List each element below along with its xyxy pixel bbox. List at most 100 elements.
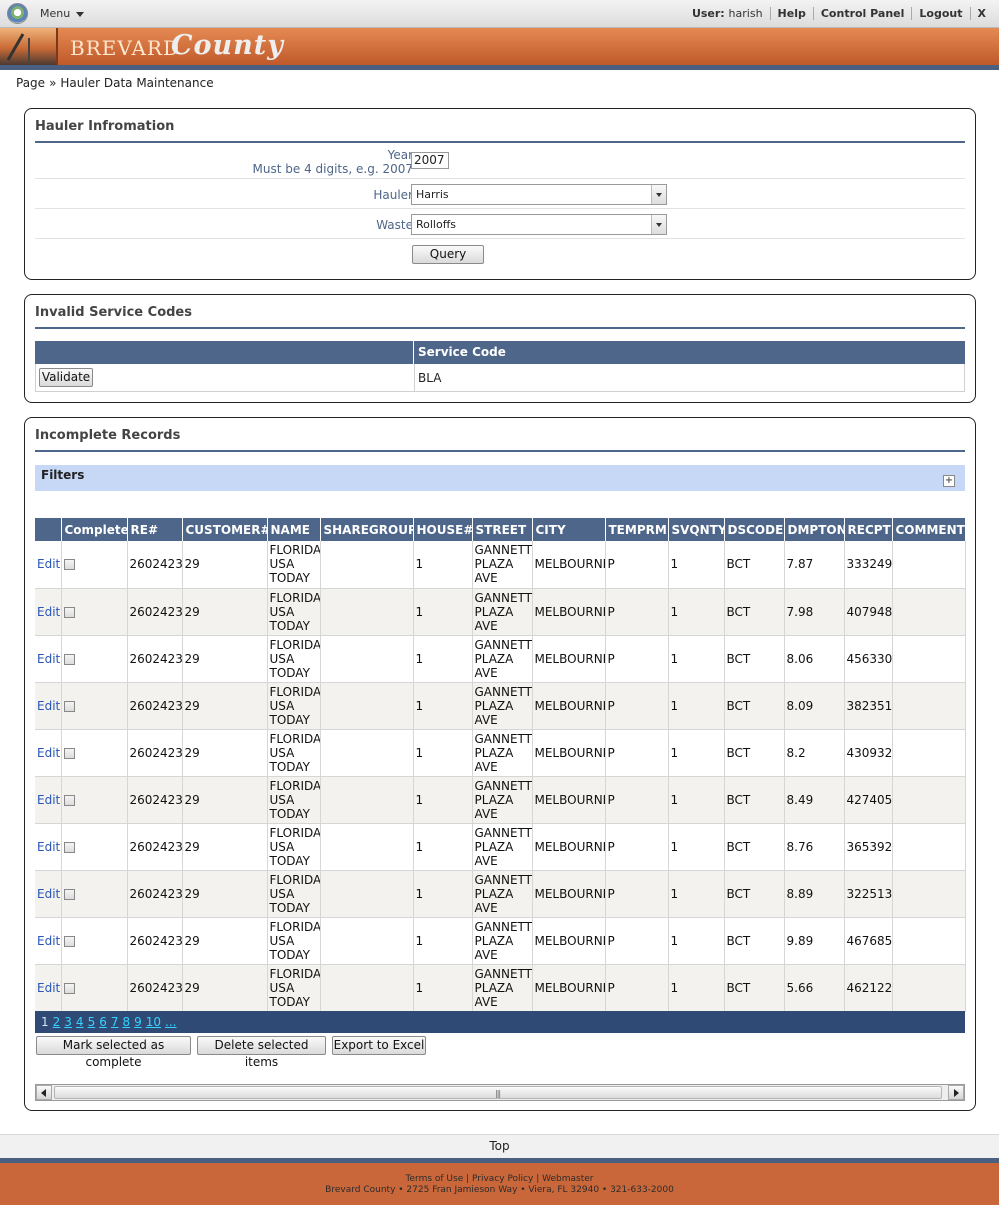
filters-bar[interactable]: Filters +	[35, 465, 965, 491]
close-icon[interactable]: X	[969, 7, 993, 20]
horizontal-scrollbar[interactable]: |||	[35, 1084, 965, 1101]
edit-link[interactable]: Edit	[35, 541, 62, 589]
column-header: SHAREGROUP	[320, 518, 414, 541]
cell-recpt: 462122	[844, 964, 893, 1012]
webmaster-link[interactable]: Webmaster	[542, 1174, 593, 1184]
breadcrumb-root[interactable]: Page	[16, 76, 45, 90]
column-header: HOUSE#	[413, 518, 473, 541]
cell-dmpton: 5.66	[784, 964, 845, 1012]
validate-button[interactable]: Validate	[39, 368, 93, 387]
edit-link[interactable]: Edit	[35, 635, 62, 683]
page-link[interactable]: 1	[41, 1015, 49, 1029]
scroll-left-icon[interactable]	[36, 1085, 52, 1100]
complete-checkbox[interactable]	[63, 606, 75, 618]
edit-link[interactable]: Edit	[35, 729, 62, 777]
edit-link[interactable]: Edit	[35, 588, 62, 636]
cell-sharegroup	[320, 682, 414, 730]
cell-street: GANNETT PLAZA AVE	[472, 635, 533, 683]
cell-customer: 29	[182, 588, 268, 636]
query-button[interactable]: Query	[412, 245, 484, 264]
mark-complete-button[interactable]: Mark selected as complete	[36, 1036, 191, 1069]
year-input[interactable]: 2007	[411, 152, 449, 169]
cell-name: FLORIDA USA TODAY	[267, 682, 321, 730]
plus-icon[interactable]: +	[943, 475, 955, 487]
complete-checkbox[interactable]	[63, 888, 75, 900]
scroll-right-icon[interactable]	[948, 1085, 964, 1100]
cell-temprm: P	[605, 541, 669, 589]
edit-link[interactable]: Edit	[35, 917, 62, 965]
cell-dmpton: 8.49	[784, 776, 845, 824]
complete-checkbox[interactable]	[63, 935, 75, 947]
footer-links: Terms of Use | Privacy Policy | Webmaste…	[405, 1174, 594, 1184]
complete-checkbox[interactable]	[63, 653, 75, 665]
scroll-thumb[interactable]: |||	[54, 1086, 942, 1099]
hauler-select[interactable]: Harris	[411, 184, 667, 205]
filters-label: Filters	[41, 468, 85, 482]
chevron-down-icon[interactable]	[651, 215, 666, 234]
chevron-down-icon[interactable]	[651, 185, 666, 204]
incomplete-records-panel: Incomplete Records Filters + Complete RE#…	[24, 417, 976, 1111]
cell-re: 2602423	[127, 870, 183, 918]
cell-svqnty: 1	[668, 917, 725, 965]
cell-city: MELBOURNE	[532, 823, 606, 871]
complete-checkbox[interactable]	[63, 747, 75, 759]
cell-dmpton: 8.09	[784, 682, 845, 730]
cell-street: GANNETT PLAZA AVE	[472, 541, 533, 589]
complete-cell	[61, 682, 128, 730]
cell-sharegroup	[320, 541, 414, 589]
page-link[interactable]: ...	[165, 1015, 176, 1029]
cell-svqnty: 1	[668, 588, 725, 636]
help-link[interactable]: Help	[769, 7, 813, 20]
column-header: COMMENTS	[892, 518, 966, 541]
export-excel-button[interactable]: Export to Excel	[332, 1036, 426, 1055]
page-link[interactable]: 2	[53, 1015, 61, 1029]
page-link[interactable]: 5	[88, 1015, 96, 1029]
complete-checkbox[interactable]	[63, 794, 75, 806]
year-row: Year Must be 4 digits, e.g. 2007 2007	[35, 145, 965, 179]
page-link[interactable]: 4	[76, 1015, 84, 1029]
complete-checkbox[interactable]	[63, 841, 75, 853]
cell-dscode: BCT	[724, 729, 785, 777]
cell-dmpton: 8.06	[784, 635, 845, 683]
top-toolbar: Menu User: harish Help Control Panel Log…	[0, 0, 999, 28]
menu-button[interactable]: Menu	[40, 7, 85, 20]
complete-cell	[61, 776, 128, 824]
cell-customer: 29	[182, 635, 268, 683]
page-link[interactable]: 8	[122, 1015, 130, 1029]
cell-sharegroup	[320, 870, 414, 918]
terms-link[interactable]: Terms of Use	[406, 1174, 464, 1184]
banner-photo	[0, 28, 58, 65]
cell-sharegroup	[320, 588, 414, 636]
cell-customer: 29	[182, 870, 268, 918]
page-link[interactable]: 3	[64, 1015, 72, 1029]
complete-checkbox[interactable]	[63, 559, 75, 571]
page-link[interactable]: 7	[111, 1015, 119, 1029]
edit-link[interactable]: Edit	[35, 964, 62, 1012]
column-header: SVQNTY	[668, 518, 725, 541]
waste-select[interactable]: Rolloffs	[411, 214, 667, 235]
globe-logo-icon[interactable]	[7, 3, 28, 24]
cell-house: 1	[413, 823, 473, 871]
edit-link[interactable]: Edit	[35, 823, 62, 871]
control-panel-link[interactable]: Control Panel	[812, 7, 912, 20]
privacy-link[interactable]: Privacy Policy	[472, 1174, 533, 1184]
page-link[interactable]: 6	[99, 1015, 107, 1029]
edit-link[interactable]: Edit	[35, 776, 62, 824]
cell-city: MELBOURNE	[532, 588, 606, 636]
cell-dmpton: 7.98	[784, 588, 845, 636]
page-link[interactable]: 10	[146, 1015, 161, 1029]
cell-city: MELBOURNE	[532, 635, 606, 683]
edit-link[interactable]: Edit	[35, 870, 62, 918]
complete-checkbox[interactable]	[63, 700, 75, 712]
logout-link[interactable]: Logout	[911, 7, 969, 20]
complete-cell	[61, 635, 128, 683]
page-link[interactable]: 9	[134, 1015, 142, 1029]
divider	[35, 450, 965, 452]
cell-dscode: BCT	[724, 635, 785, 683]
edit-link[interactable]: Edit	[35, 682, 62, 730]
cell-name: FLORIDA USA TODAY	[267, 729, 321, 777]
top-link[interactable]: Top	[489, 1139, 509, 1153]
cell-svqnty: 1	[668, 964, 725, 1012]
complete-checkbox[interactable]	[63, 982, 75, 994]
delete-selected-button[interactable]: Delete selected items	[197, 1036, 326, 1069]
